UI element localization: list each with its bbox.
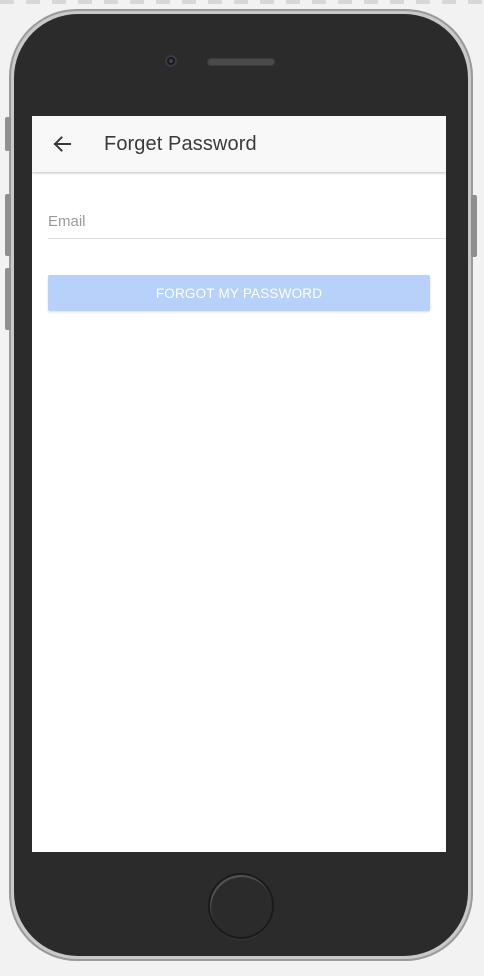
app-screen: Forget Password FORGOT MY PASSWORD: [32, 116, 446, 852]
power-button: [471, 195, 477, 257]
home-button[interactable]: [208, 873, 274, 939]
forgot-password-button[interactable]: FORGOT MY PASSWORD: [48, 275, 430, 311]
volume-up-button: [5, 194, 11, 256]
volume-down-button: [5, 268, 11, 330]
arrow-left-icon: [53, 136, 71, 152]
page-title: Forget Password: [104, 133, 257, 155]
earpiece-speaker: [207, 58, 275, 66]
app-bar: Forget Password: [32, 116, 446, 172]
forgot-password-button-label: FORGOT MY PASSWORD: [155, 285, 323, 301]
back-button[interactable]: [50, 132, 74, 156]
top-edge-strip: [0, 0, 484, 4]
email-input[interactable]: [48, 210, 446, 232]
front-camera: [165, 55, 177, 67]
email-field[interactable]: [48, 210, 446, 239]
mute-switch: [5, 117, 11, 151]
